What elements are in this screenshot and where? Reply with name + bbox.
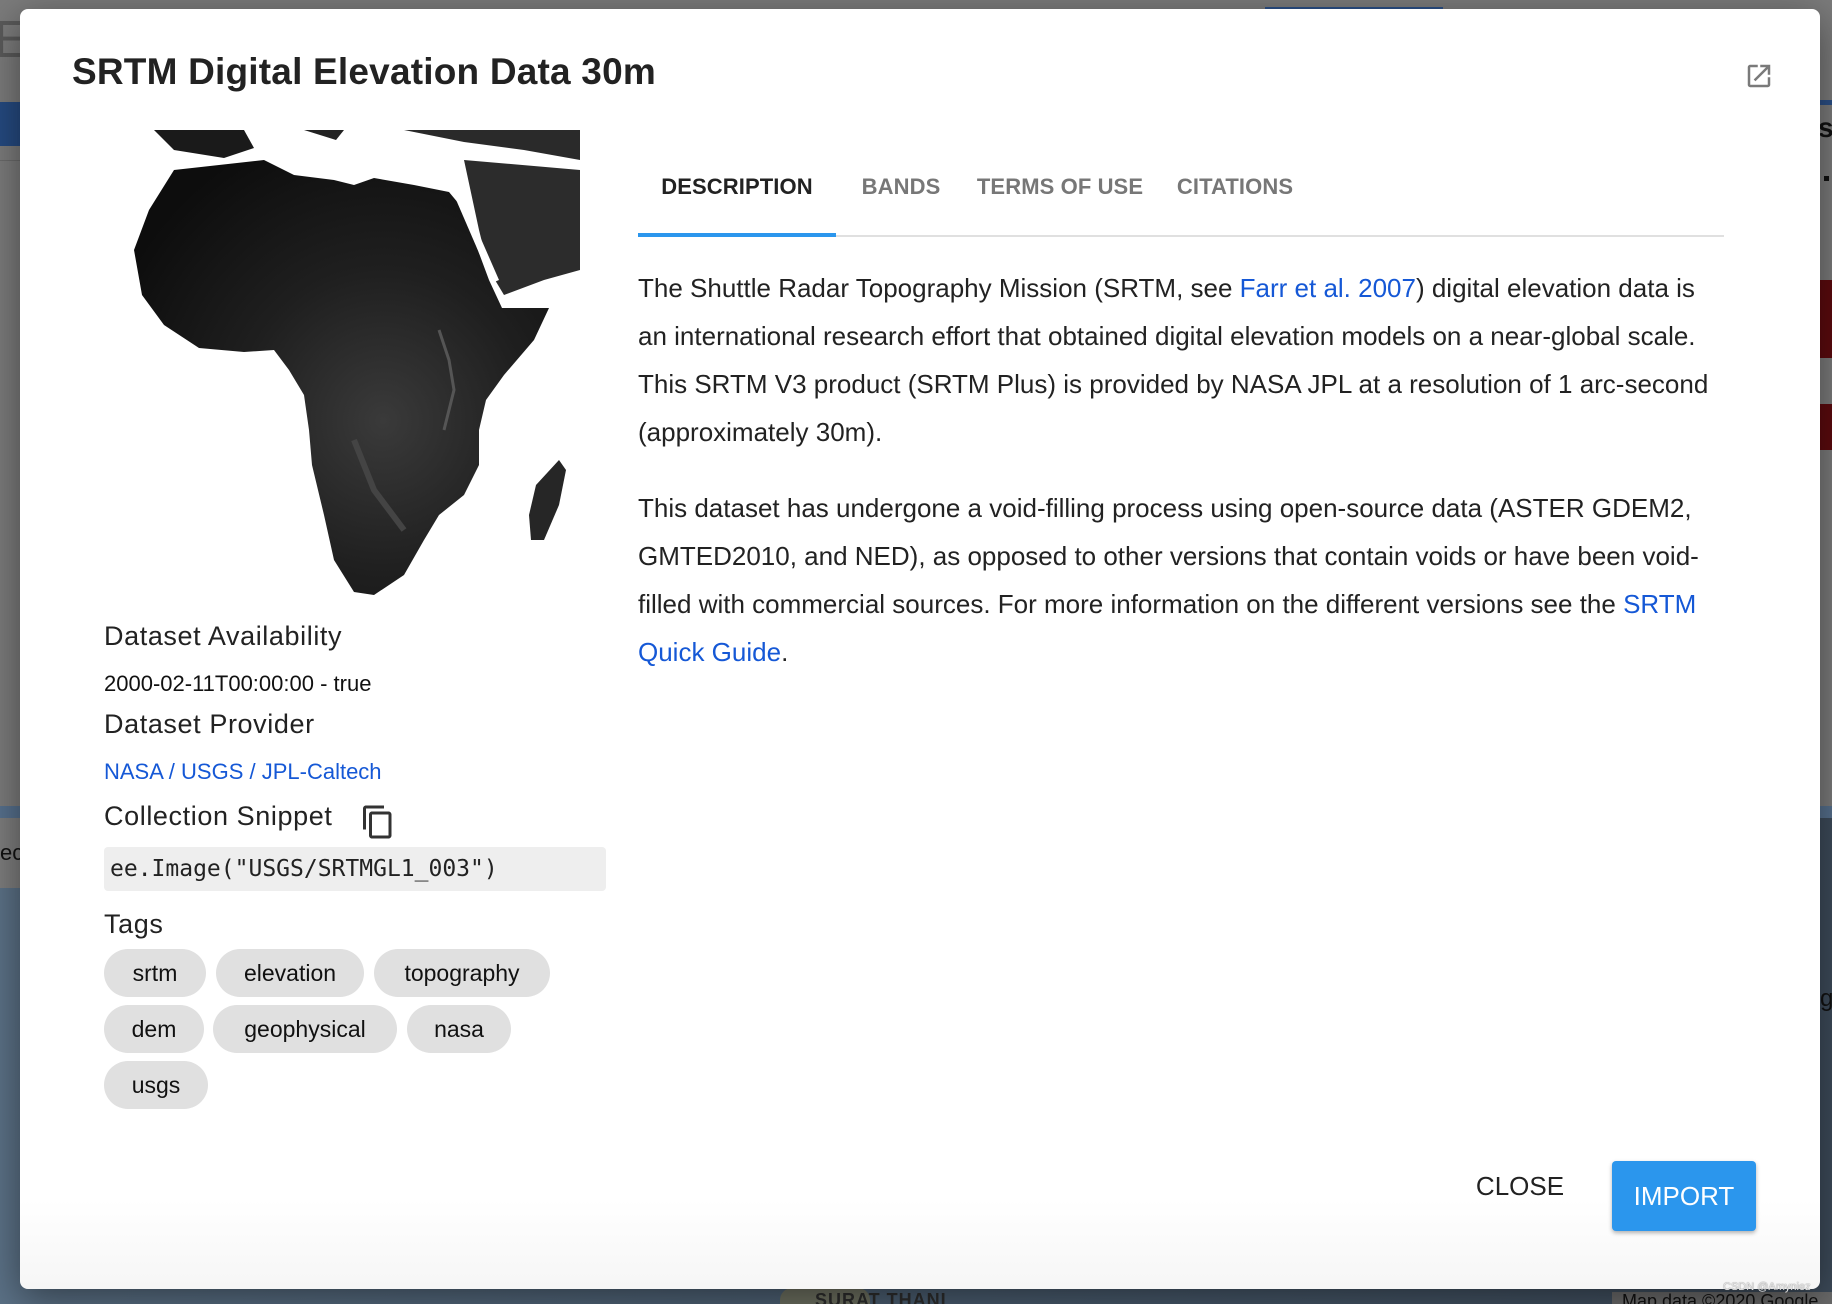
tag-chip[interactable]: dem bbox=[104, 1005, 204, 1053]
farr-citation-link[interactable]: Farr et al. 2007 bbox=[1240, 273, 1416, 303]
bg-right-fragment: sc bbox=[1818, 112, 1832, 143]
tag-chip[interactable]: topography bbox=[374, 949, 550, 997]
collection-snippet[interactable]: ee.Image("USGS/SRTMGL1_003") bbox=[104, 847, 606, 891]
dataset-tabs: DESCRIPTION BANDS TERMS OF USE CITATIONS bbox=[638, 149, 1724, 237]
tab-citations[interactable]: CITATIONS bbox=[1154, 149, 1316, 235]
dialog-title: SRTM Digital Elevation Data 30m bbox=[72, 51, 656, 92]
snippet-label: Collection Snippet bbox=[104, 801, 333, 831]
tag-chip[interactable]: elevation bbox=[216, 949, 364, 997]
tag-chip[interactable]: geophysical bbox=[213, 1005, 397, 1053]
import-button[interactable]: IMPORT bbox=[1612, 1161, 1756, 1231]
active-tab-indicator bbox=[638, 233, 836, 237]
bg-right-panel bbox=[1820, 100, 1832, 806]
watermark: CSDN @Amyniez bbox=[1723, 1281, 1811, 1293]
description-text: This dataset has undergone a void-fillin… bbox=[638, 493, 1699, 619]
bg-right-red-button-2 bbox=[1820, 404, 1832, 450]
bg-divider bbox=[0, 160, 22, 161]
africa-elevation-image bbox=[104, 130, 580, 616]
description-paragraph-1: The Shuttle Radar Topography Mission (SR… bbox=[638, 264, 1728, 456]
copy-snippet-button[interactable] bbox=[360, 804, 396, 840]
tag-chip[interactable]: usgs bbox=[104, 1061, 208, 1109]
open-in-new-button[interactable] bbox=[1742, 59, 1776, 93]
dataset-thumbnail bbox=[104, 130, 580, 616]
provider-label: Dataset Provider bbox=[104, 709, 315, 739]
tag-chip[interactable]: nasa bbox=[407, 1005, 511, 1053]
dataset-dialog: SRTM Digital Elevation Data 30m Dataset … bbox=[20, 9, 1820, 1289]
tab-description[interactable]: DESCRIPTION bbox=[638, 149, 836, 235]
bg-right-underline bbox=[1820, 100, 1832, 105]
description-text: The Shuttle Radar Topography Mission (SR… bbox=[638, 273, 1240, 303]
bg-right-fragment-bottom: g bbox=[1820, 985, 1832, 1012]
tab-terms-of-use[interactable]: TERMS OF USE bbox=[966, 149, 1154, 235]
bg-right-red-button bbox=[1820, 280, 1832, 358]
availability-label: Dataset Availability bbox=[104, 621, 343, 651]
copy-icon bbox=[363, 805, 392, 839]
close-button[interactable]: CLOSE bbox=[1470, 1161, 1570, 1211]
availability-value: 2000-02-11T00:00:00 - true bbox=[104, 671, 372, 696]
provider-link[interactable]: NASA / USGS / JPL-Caltech bbox=[104, 759, 382, 785]
bg-map-label: SURAT THANI bbox=[815, 1290, 947, 1304]
description-text: . bbox=[781, 637, 789, 667]
open-in-new-icon bbox=[1747, 64, 1771, 88]
description-panel: The Shuttle Radar Topography Mission (SR… bbox=[638, 264, 1728, 704]
description-paragraph-2: This dataset has undergone a void-fillin… bbox=[638, 484, 1728, 676]
tab-bands[interactable]: BANDS bbox=[836, 149, 966, 235]
tag-chip[interactable]: srtm bbox=[104, 949, 206, 997]
tags-label: Tags bbox=[104, 909, 164, 939]
bg-right-dot bbox=[1824, 176, 1829, 181]
